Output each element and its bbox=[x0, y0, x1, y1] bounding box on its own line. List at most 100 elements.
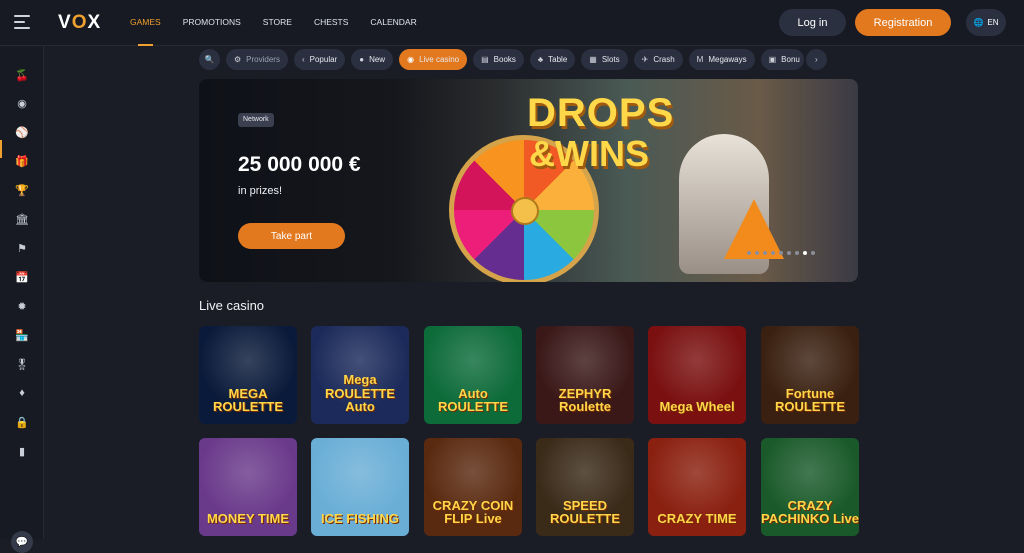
category-slots[interactable]: ▦ Slots bbox=[581, 48, 628, 70]
top-bar: VOX GAMES PROMOTIONS STORE CHESTS CALEND… bbox=[0, 0, 1024, 46]
trophy-icon[interactable]: 🏆 bbox=[15, 183, 29, 197]
category-crash[interactable]: ✈ Crash bbox=[633, 48, 683, 70]
category-label: Books bbox=[493, 54, 516, 64]
game-title: ZEPHYR Roulette bbox=[558, 385, 612, 415]
new-icon: ● bbox=[359, 54, 365, 64]
game-title: CRAZY TIME bbox=[657, 511, 737, 527]
game-title: Mega ROULETTE Auto bbox=[324, 372, 396, 415]
take-part-button[interactable]: Take part bbox=[238, 223, 345, 249]
game-title: Auto ROULETTE bbox=[437, 385, 509, 415]
flag-icon[interactable]: ⚑ bbox=[15, 241, 29, 255]
wheel-icon[interactable]: ✹ bbox=[15, 299, 29, 313]
carousel-dot[interactable] bbox=[811, 251, 815, 255]
category-label: Bonu bbox=[781, 54, 800, 64]
game-title: CRAZY COIN FLIP Live bbox=[432, 497, 514, 527]
plane-icon: ✈ bbox=[641, 54, 649, 64]
game-tile[interactable]: Auto ROULETTE bbox=[424, 326, 522, 424]
category-label: New bbox=[369, 54, 386, 64]
game-title: MONEY TIME bbox=[206, 511, 290, 527]
carousel-dot-active[interactable] bbox=[803, 251, 807, 255]
diamond-icon[interactable]: ♦ bbox=[15, 386, 29, 400]
slots-icon: ▦ bbox=[589, 54, 597, 64]
carousel-dot[interactable] bbox=[779, 251, 783, 255]
stats-icon[interactable]: ▮ bbox=[15, 444, 29, 458]
category-popular[interactable]: ‹ Popular bbox=[293, 48, 346, 70]
logo[interactable]: VOX bbox=[58, 12, 101, 34]
game-tile[interactable]: Mega ROULETTE Auto bbox=[311, 326, 409, 424]
bank-icon[interactable]: 🏛 bbox=[15, 212, 29, 226]
nav-promotions[interactable]: PROMOTIONS bbox=[183, 0, 241, 46]
category-megaways[interactable]: M Megaways bbox=[688, 48, 755, 70]
game-tile[interactable]: ZEPHYR Roulette bbox=[536, 326, 634, 424]
live-icon: ◉ bbox=[407, 54, 415, 64]
sidebar-active-indicator bbox=[0, 140, 2, 158]
carousel-dot[interactable] bbox=[763, 251, 767, 255]
live-icon[interactable]: ◉ bbox=[15, 96, 29, 110]
game-tile[interactable]: Mega Wheel bbox=[648, 326, 746, 424]
game-tile[interactable]: MONEY TIME bbox=[199, 438, 297, 536]
network-badge: Network bbox=[238, 113, 274, 127]
game-tile[interactable]: CRAZY COIN FLIP Live bbox=[424, 438, 522, 536]
cherry-icon[interactable]: 🍒 bbox=[15, 68, 29, 82]
globe-icon: 🌐 bbox=[973, 18, 984, 27]
category-live-casino[interactable]: ◉ Live casino bbox=[399, 48, 468, 70]
carousel-dot[interactable] bbox=[771, 251, 775, 255]
wheel-hub-image bbox=[511, 197, 539, 225]
language-selector[interactable]: 🌐 EN bbox=[966, 9, 1006, 36]
category-bonus[interactable]: ▣ Bonu bbox=[760, 48, 804, 70]
category-books[interactable]: ▤ Books bbox=[473, 48, 524, 70]
megaways-icon: M bbox=[696, 54, 704, 64]
lock-icon[interactable]: 🔒 bbox=[15, 415, 29, 429]
sidebar: 🍒 ◉ ⚾ 🎁 🏆 🏛 ⚑ 📅 ✹ 🏪 🎖 ♦ 🔒 ▮ 💬 bbox=[0, 46, 44, 553]
game-tile[interactable]: CRAZY TIME bbox=[648, 438, 746, 536]
login-button[interactable]: Log in bbox=[779, 9, 846, 36]
badge-icon[interactable]: 🎖 bbox=[15, 357, 29, 371]
gift-icon[interactable]: 🎁 bbox=[15, 154, 29, 168]
chevron-left-icon[interactable]: ‹ bbox=[302, 55, 305, 64]
sport-ball-icon[interactable]: ⚾ bbox=[15, 125, 29, 139]
carousel-dot[interactable] bbox=[755, 251, 759, 255]
game-tile[interactable]: MEGA ROULETTE bbox=[199, 326, 297, 424]
game-tile[interactable]: Fortune ROULETTE bbox=[761, 326, 859, 424]
book-icon: ▤ bbox=[481, 54, 489, 64]
game-tile[interactable]: ICE FISHING bbox=[311, 438, 409, 536]
search-button[interactable]: 🔍 bbox=[199, 48, 220, 70]
game-title: ICE FISHING bbox=[320, 511, 399, 527]
nav-games[interactable]: GAMES bbox=[130, 0, 161, 46]
category-new[interactable]: ● New bbox=[351, 48, 394, 70]
chevron-right-icon: › bbox=[815, 54, 818, 64]
carousel-dot[interactable] bbox=[795, 251, 799, 255]
calendar-icon[interactable]: 📅 bbox=[15, 270, 29, 284]
game-title: CRAZY PACHINKO Live bbox=[761, 497, 859, 527]
nav-calendar[interactable]: CALENDAR bbox=[370, 0, 416, 46]
nav-chests[interactable]: CHESTS bbox=[314, 0, 348, 46]
game-title: Fortune ROULETTE bbox=[774, 385, 846, 415]
carousel-dots bbox=[747, 251, 815, 255]
chat-icon[interactable]: 💬 bbox=[11, 531, 33, 553]
language-label: EN bbox=[987, 18, 999, 27]
nav-store[interactable]: STORE bbox=[263, 0, 292, 46]
scroll-right-button[interactable]: › bbox=[805, 48, 827, 70]
banner-title-line1: DROPS bbox=[527, 91, 675, 135]
store-icon[interactable]: 🏪 bbox=[15, 328, 29, 342]
carousel-dot[interactable] bbox=[747, 251, 751, 255]
banner-title-line2: &WINS bbox=[529, 133, 649, 174]
prize-amount: 25 000 000 € bbox=[238, 153, 361, 176]
registration-button[interactable]: Registration bbox=[855, 9, 951, 36]
category-label: Slots bbox=[601, 54, 620, 64]
game-title: SPEED ROULETTE bbox=[549, 497, 621, 527]
game-tile[interactable]: SPEED ROULETTE bbox=[536, 438, 634, 536]
carousel-dot[interactable] bbox=[787, 251, 791, 255]
promo-banner[interactable]: DROPS &WINS Network 25 000 000 € in priz… bbox=[199, 79, 858, 282]
game-tile[interactable]: CRAZY PACHINKO Live bbox=[761, 438, 859, 536]
cards-icon: ♣ bbox=[537, 54, 544, 64]
category-table[interactable]: ♣ Table bbox=[529, 48, 576, 70]
game-title: Mega Wheel bbox=[659, 399, 735, 415]
category-label: Live casino bbox=[419, 54, 460, 64]
category-label: Table bbox=[548, 54, 568, 64]
search-icon: 🔍 bbox=[204, 54, 215, 64]
providers-label: Providers bbox=[246, 54, 280, 64]
main-nav: GAMES PROMOTIONS STORE CHESTS CALENDAR bbox=[130, 0, 439, 46]
menu-icon[interactable] bbox=[14, 15, 30, 29]
providers-button[interactable]: ⚙ Providers bbox=[226, 48, 288, 70]
